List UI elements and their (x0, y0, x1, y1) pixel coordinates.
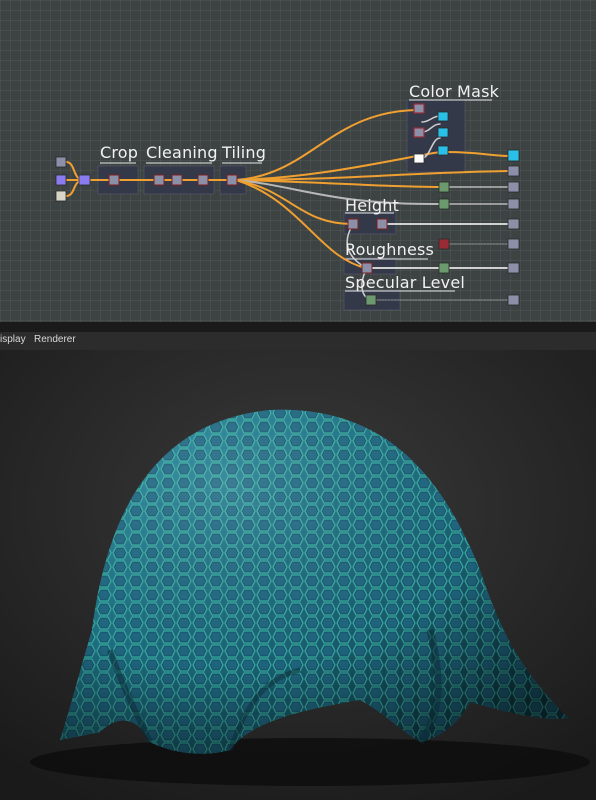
height-node-2[interactable] (376, 218, 388, 230)
menu-renderer[interactable]: Renderer (34, 334, 76, 345)
color-mask-node-5[interactable] (437, 127, 449, 138)
3d-viewport[interactable] (0, 350, 596, 800)
output-5[interactable] (507, 218, 520, 230)
output-6[interactable] (507, 238, 520, 250)
floor-shadow (30, 738, 590, 786)
frame-title-crop: Crop (100, 143, 139, 162)
roughness-green-node[interactable] (438, 262, 450, 274)
output-3[interactable] (507, 181, 520, 193)
input-node-3[interactable] (55, 190, 67, 202)
frame-title-specular-level: Specular Level (345, 273, 466, 292)
color-mask-node-1[interactable] (413, 103, 425, 114)
frame-title-height: Height (345, 196, 400, 215)
viewport-panel: isplay Renderer (0, 332, 596, 800)
color-mask-node-6[interactable] (437, 145, 449, 156)
output-8[interactable] (507, 294, 520, 306)
blend-node[interactable] (78, 174, 91, 186)
viewport-toolbar: isplay Renderer (0, 332, 596, 350)
input-node-2[interactable] (55, 174, 67, 186)
node-graph-canvas[interactable] (0, 0, 596, 322)
specular-node[interactable] (365, 294, 377, 306)
output-2[interactable] (507, 165, 520, 177)
output-basecolor[interactable] (507, 149, 520, 162)
green-node-2[interactable] (438, 198, 450, 210)
crop-node[interactable] (108, 174, 120, 186)
cleaning-node-1[interactable] (153, 174, 165, 186)
color-mask-node-4[interactable] (437, 111, 449, 122)
cleaning-node-2[interactable] (171, 174, 183, 186)
input-node-1[interactable] (55, 156, 67, 168)
frame-title-cleaning: Cleaning (146, 143, 218, 162)
roughness-red-node[interactable] (438, 238, 450, 250)
color-mask-node-2[interactable] (413, 127, 425, 138)
node-graph-panel[interactable]: Crop Cleaning Tiling Color Mask Height R… (0, 0, 596, 322)
color-mask-node-3[interactable] (413, 153, 425, 164)
output-4[interactable] (507, 198, 520, 210)
panel-splitter[interactable] (0, 322, 596, 332)
roughness-node[interactable] (361, 262, 373, 274)
tiling-node[interactable] (226, 174, 238, 186)
height-node-1[interactable] (347, 218, 359, 230)
output-7[interactable] (507, 262, 520, 274)
frame-title-color-mask: Color Mask (409, 82, 500, 101)
cleaning-node-3[interactable] (197, 174, 209, 186)
frame-title-roughness: Roughness (345, 240, 435, 259)
menu-display[interactable]: isplay (0, 334, 26, 345)
frame-title-tiling: Tiling (222, 143, 267, 162)
green-node-1[interactable] (438, 181, 450, 193)
